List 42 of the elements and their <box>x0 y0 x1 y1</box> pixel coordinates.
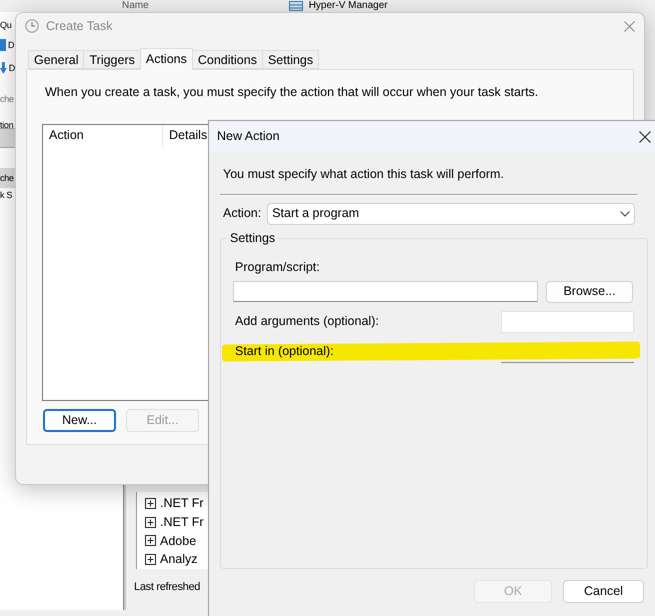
close-icon[interactable] <box>639 130 651 142</box>
pane-text: che <box>0 94 14 104</box>
list-item: Hyper-V Manager <box>308 0 388 11</box>
toolbar-strip <box>0 128 15 148</box>
action-dropdown[interactable]: Start a program <box>267 202 636 225</box>
pane-text: D <box>8 40 14 50</box>
document-icon <box>0 39 6 51</box>
window-title: Create Task <box>46 18 112 35</box>
column-header[interactable]: Details <box>163 124 208 147</box>
tab[interactable]: General <box>28 50 84 69</box>
chevron-down-icon <box>620 210 630 217</box>
instruction-text: When you create a task, you must specify the action that will occur when your task starts. <box>45 84 540 101</box>
clock-icon <box>25 19 39 33</box>
expand-box-icon[interactable] <box>145 516 156 528</box>
tab[interactable]: Conditions <box>192 50 263 69</box>
status-text: Last refreshed <box>134 580 202 595</box>
window-title: New Action <box>217 128 280 146</box>
tree-item[interactable]: Adobe <box>160 532 196 550</box>
tab[interactable]: Settings <box>262 50 320 69</box>
pane-text: che <box>0 174 14 182</box>
column-header: Name <box>122 0 149 11</box>
tree-item[interactable]: .NET Fr <box>160 512 204 532</box>
tree-item[interactable]: .NET Fr <box>160 494 204 513</box>
expand-box-icon[interactable] <box>145 535 156 546</box>
expand-box-icon[interactable] <box>145 498 156 509</box>
browse-button[interactable]: Browse... <box>546 280 633 303</box>
pane-text: k S <box>0 190 12 200</box>
text-field[interactable] <box>233 281 538 302</box>
pane-text: D <box>8 64 15 72</box>
pane-text: tion <box>0 120 14 130</box>
column-header[interactable]: Action <box>43 124 163 147</box>
pane-text: Qu <box>0 20 12 30</box>
expand-box-icon[interactable] <box>145 554 156 566</box>
tree-item[interactable]: Analyz <box>160 550 198 569</box>
down-arrow-icon <box>0 62 7 74</box>
field-label: Action: <box>223 205 262 222</box>
tab[interactable]: Actions <box>140 48 193 70</box>
server-icon <box>288 1 303 11</box>
group-label: Settings <box>227 230 278 245</box>
tab[interactable]: Triggers <box>83 50 141 69</box>
dialog-button[interactable]: New... <box>43 408 116 432</box>
dialog-button[interactable]: Cancel <box>563 580 644 603</box>
